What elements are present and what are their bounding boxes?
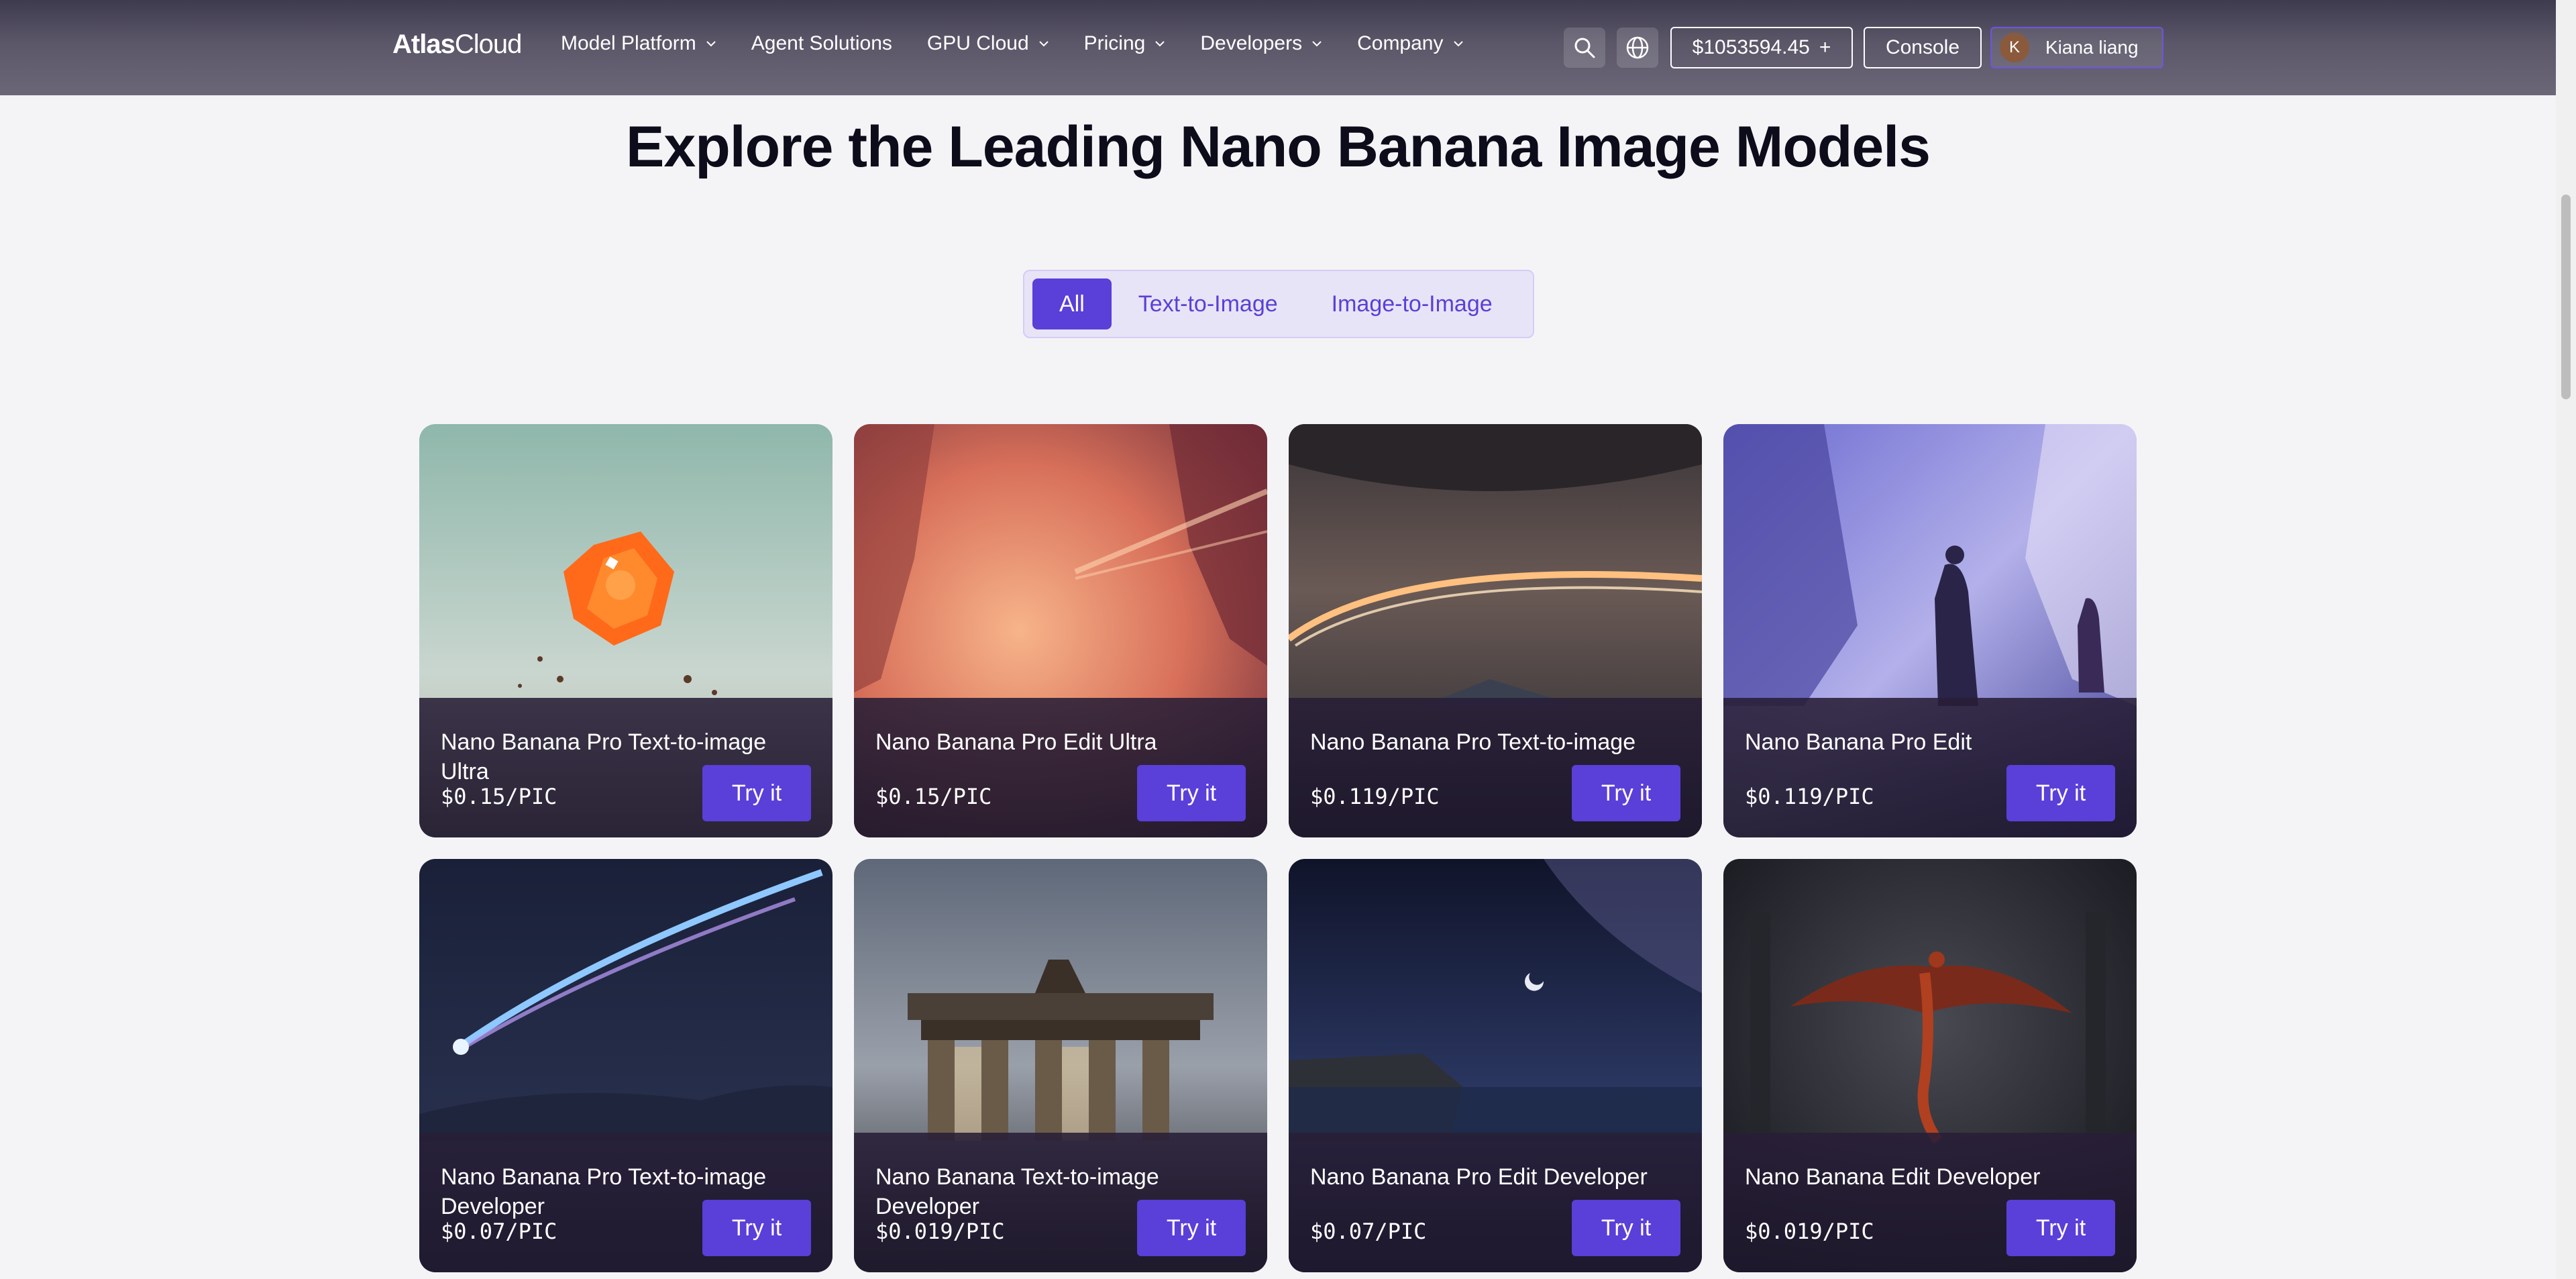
model-name: Nano Banana Pro Edit — [1745, 729, 1972, 755]
try-it-button[interactable]: Try it — [1137, 1200, 1246, 1256]
atlas-cloud-logo[interactable]: AtlasCloud — [392, 30, 523, 60]
language-button[interactable] — [1617, 28, 1658, 68]
console-label: Console — [1885, 36, 1960, 58]
avatar: K — [2000, 33, 2029, 62]
nav-pricing[interactable]: Pricing — [1084, 32, 1166, 55]
model-card[interactable]: Nano Banana Pro Text-to-image Developer … — [419, 859, 833, 1272]
category-tabs: All Text-to-Image Image-to-Image — [1023, 270, 1534, 338]
model-card[interactable]: Nano Banana Pro Edit Developer $0.07/PIC… — [1289, 859, 1702, 1272]
nav-label: GPU Cloud — [926, 32, 1029, 54]
add-funds-icon: + — [1819, 36, 1831, 58]
model-price: $0.15/PIC — [875, 784, 992, 809]
logo-sub-text: Cloud — [454, 30, 523, 59]
nav-label: Agent Solutions — [751, 32, 892, 54]
search-button[interactable] — [1564, 28, 1605, 68]
tab-text-to-image[interactable]: Text-to-Image — [1112, 278, 1305, 329]
nav-model-platform[interactable]: Model Platform — [561, 32, 716, 55]
model-price: $0.119/PIC — [1310, 784, 1440, 809]
console-button[interactable]: Console — [1864, 27, 1982, 68]
tab-all[interactable]: All — [1032, 278, 1112, 329]
vertical-scrollbar[interactable] — [2556, 0, 2576, 1279]
model-name: Nano Banana Edit Developer — [1745, 1164, 2041, 1190]
scrollbar-thumb[interactable] — [2561, 195, 2571, 399]
model-name: Nano Banana Pro Edit Developer — [1310, 1164, 1648, 1190]
model-price: $0.15/PIC — [441, 784, 557, 809]
model-card[interactable]: Nano Banana Pro Edit $0.119/PIC Try it — [1723, 424, 2137, 837]
model-price: $0.07/PIC — [1310, 1219, 1427, 1244]
model-card[interactable]: Nano Banana Pro Edit Ultra $0.15/PIC Try… — [854, 424, 1267, 837]
page-title: Explore the Leading Nano Banana Image Mo… — [626, 115, 1931, 179]
nav-gpu-cloud[interactable]: GPU Cloud — [927, 32, 1049, 55]
globe-icon — [1626, 36, 1649, 59]
try-it-button[interactable]: Try it — [1137, 765, 1246, 821]
chevron-down-icon — [1453, 41, 1463, 47]
model-card[interactable]: Nano Banana Text-to-image Developer $0.0… — [854, 859, 1267, 1272]
user-name: Kiana liang — [2045, 37, 2139, 58]
model-price: $0.019/PIC — [1745, 1219, 1874, 1244]
nav-company[interactable]: Company — [1357, 32, 1463, 55]
model-price: $0.019/PIC — [875, 1219, 1005, 1244]
try-it-button[interactable]: Try it — [1572, 1200, 1680, 1256]
chevron-down-icon — [1038, 41, 1049, 47]
chevron-down-icon — [1312, 41, 1322, 47]
balance-button[interactable]: $1053594.45 + — [1670, 27, 1853, 68]
model-price: $0.07/PIC — [441, 1219, 557, 1244]
nav-label: Company — [1357, 32, 1444, 54]
try-it-button[interactable]: Try it — [1572, 765, 1680, 821]
main-nav: Model Platform Agent Solutions GPU Cloud… — [561, 32, 1499, 55]
try-it-button[interactable]: Try it — [702, 765, 811, 821]
nav-label: Pricing — [1083, 32, 1146, 54]
balance-amount: $1053594.45 — [1692, 36, 1810, 58]
try-it-button[interactable]: Try it — [2006, 765, 2115, 821]
try-it-button[interactable]: Try it — [702, 1200, 811, 1256]
model-card[interactable]: Nano Banana Edit Developer $0.019/PIC Tr… — [1723, 859, 2137, 1272]
model-name: Nano Banana Pro Text-to-image — [1310, 729, 1636, 755]
nav-developers[interactable]: Developers — [1200, 32, 1322, 55]
model-card[interactable]: Nano Banana Pro Text-to-image $0.119/PIC… — [1289, 424, 1702, 837]
try-it-button[interactable]: Try it — [2006, 1200, 2115, 1256]
nav-label: Developers — [1200, 32, 1303, 54]
logo-main-text: Atlas — [392, 30, 455, 59]
nav-label: Model Platform — [561, 32, 696, 54]
search-icon — [1574, 38, 1595, 58]
chevron-down-icon — [706, 41, 716, 47]
top-navigation-bar: AtlasCloud Model Platform Agent Solution… — [0, 0, 2556, 95]
model-card[interactable]: Nano Banana Pro Text-to-image Ultra $0.1… — [419, 424, 833, 837]
model-price: $0.119/PIC — [1745, 784, 1874, 809]
nav-agent-solutions[interactable]: Agent Solutions — [751, 32, 892, 55]
chevron-down-icon — [1155, 41, 1165, 47]
model-name: Nano Banana Pro Edit Ultra — [875, 729, 1157, 755]
user-menu-button[interactable]: K Kiana liang — [1990, 27, 2163, 68]
tab-image-to-image[interactable]: Image-to-Image — [1305, 278, 1519, 329]
